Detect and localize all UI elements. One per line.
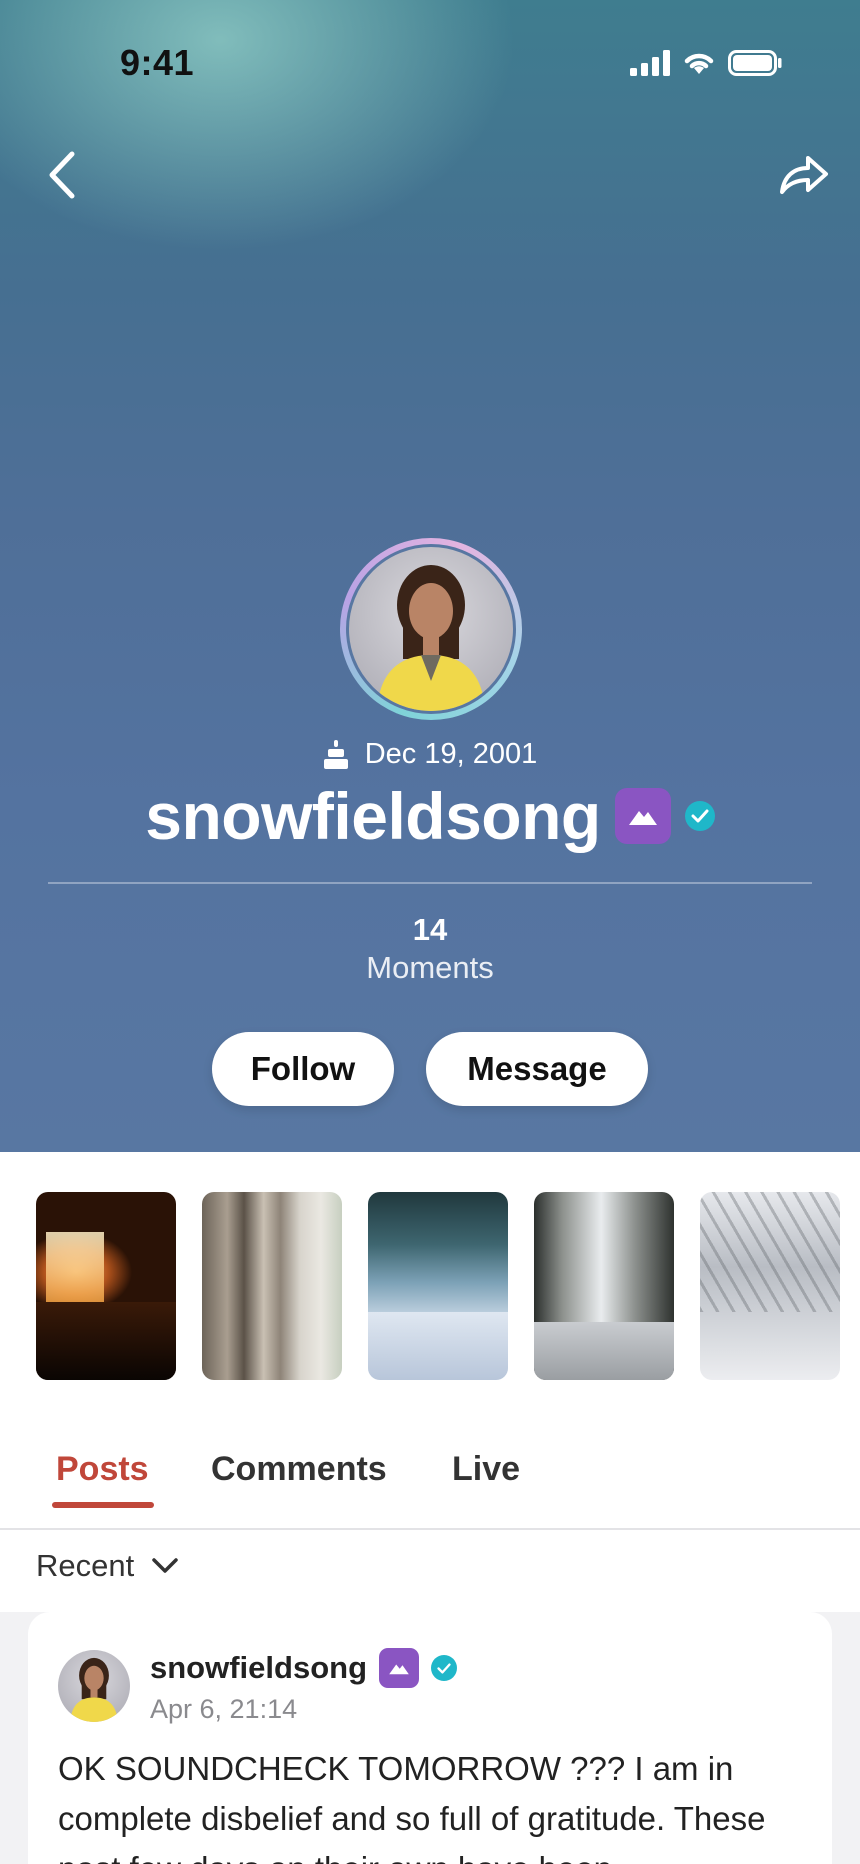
- tab-posts[interactable]: Posts: [56, 1450, 149, 1489]
- follow-button[interactable]: Follow: [212, 1032, 394, 1106]
- post-timestamp: Apr 6, 21:14: [150, 1694, 298, 1724]
- post-body[interactable]: OK SOUNDCHECK TOMORROW ??? I am in compl…: [58, 1744, 802, 1864]
- header-divider: [48, 882, 812, 884]
- moments-count[interactable]: 14: [0, 912, 860, 948]
- active-tab-indicator: [52, 1502, 154, 1508]
- wifi-icon: [684, 53, 714, 74]
- mountain-badge-icon[interactable]: [379, 1648, 419, 1688]
- person-portrait-icon: [377, 565, 485, 711]
- profile-tabs: Posts Comments Live: [0, 1396, 860, 1530]
- chevron-down-icon: [152, 1558, 178, 1573]
- moments-photo-strip: [0, 1152, 860, 1396]
- post-username[interactable]: snowfieldsong: [150, 1650, 367, 1686]
- sort-bar: Recent: [0, 1530, 860, 1612]
- mountain-badge-icon[interactable]: [614, 788, 671, 844]
- tab-comments[interactable]: Comments: [211, 1450, 387, 1489]
- message-button[interactable]: Message: [426, 1032, 648, 1106]
- username-row: snowfieldsong: [0, 778, 860, 854]
- signal-icon: [630, 50, 670, 76]
- post-author-row: snowfieldsong: [150, 1648, 457, 1688]
- avatar[interactable]: [58, 1650, 130, 1722]
- sort-dropdown[interactable]: Recent: [36, 1548, 178, 1584]
- birthday-row: Dec 19, 2001: [0, 738, 860, 778]
- status-time: 9:41: [120, 42, 195, 83]
- moments-label[interactable]: Moments: [0, 950, 860, 986]
- tab-live[interactable]: Live: [452, 1450, 520, 1489]
- status-bar: 9:41: [0, 0, 860, 130]
- profile-header: 9:41 Dec 19, 2001 snowfieldsong 14 Momen…: [0, 0, 860, 1152]
- moment-thumbnail[interactable]: [368, 1192, 508, 1380]
- chevron-left-icon[interactable]: [44, 148, 90, 202]
- battery-icon: [728, 50, 782, 76]
- post-card[interactable]: snowfieldsong Apr 6, 21:14 OK SOUNDCHECK…: [28, 1612, 832, 1864]
- moment-thumbnail[interactable]: [534, 1192, 674, 1380]
- cake-icon: [323, 739, 348, 769]
- profile-username: snowfieldsong: [145, 779, 601, 853]
- moment-thumbnail[interactable]: [36, 1192, 176, 1380]
- moment-thumbnail[interactable]: [700, 1192, 840, 1380]
- avatar-photo: [346, 544, 516, 714]
- moment-thumbnail[interactable]: [202, 1192, 342, 1380]
- status-icons: [630, 50, 782, 76]
- person-portrait-icon: [70, 1657, 118, 1722]
- verified-check-icon: [684, 801, 715, 831]
- birthday-text: Dec 19, 2001: [364, 738, 538, 770]
- verified-check-icon: [431, 1655, 457, 1681]
- profile-avatar[interactable]: [340, 538, 522, 720]
- share-arrow-icon[interactable]: [778, 150, 830, 196]
- sort-label: Recent: [36, 1548, 135, 1583]
